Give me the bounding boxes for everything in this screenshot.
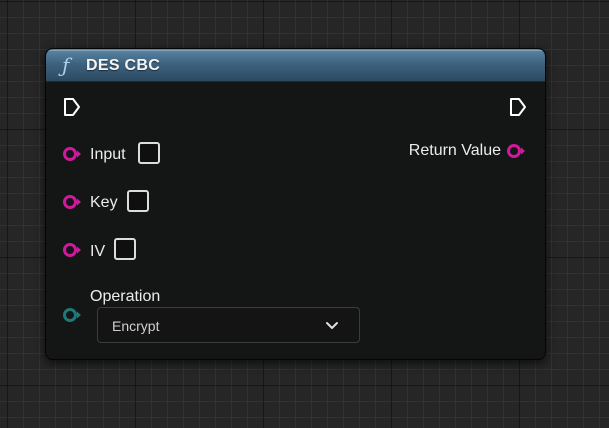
- node-header[interactable]: ƒ DES CBC: [46, 49, 545, 82]
- operation-selected-value: Encrypt: [112, 318, 160, 334]
- operation-enum-pin-icon[interactable]: [62, 307, 82, 323]
- operation-label: Operation: [90, 288, 161, 305]
- chevron-down-icon: [326, 322, 338, 329]
- return-value-label: Return Value: [408, 142, 501, 159]
- iv-label: IV: [90, 243, 106, 260]
- operation-dropdown[interactable]: Encrypt: [97, 307, 360, 343]
- des-cbc-node[interactable]: ƒ DES CBC Input Key IV Operation Encrypt: [45, 48, 546, 360]
- exec-output-pin-icon[interactable]: [509, 97, 527, 117]
- key-label: Key: [90, 194, 118, 211]
- iv-string-pin-icon[interactable]: [62, 242, 82, 258]
- input-value-checkbox[interactable]: [138, 142, 160, 164]
- function-icon: ƒ: [62, 53, 70, 77]
- return-value-string-pin-icon[interactable]: [506, 143, 526, 159]
- node-title: DES CBC: [86, 57, 161, 74]
- input-label: Input: [90, 146, 126, 163]
- input-string-pin-icon[interactable]: [62, 146, 82, 162]
- exec-input-pin-icon[interactable]: [63, 97, 81, 117]
- key-value-checkbox[interactable]: [127, 190, 149, 212]
- iv-value-checkbox[interactable]: [114, 238, 136, 260]
- key-string-pin-icon[interactable]: [62, 194, 82, 210]
